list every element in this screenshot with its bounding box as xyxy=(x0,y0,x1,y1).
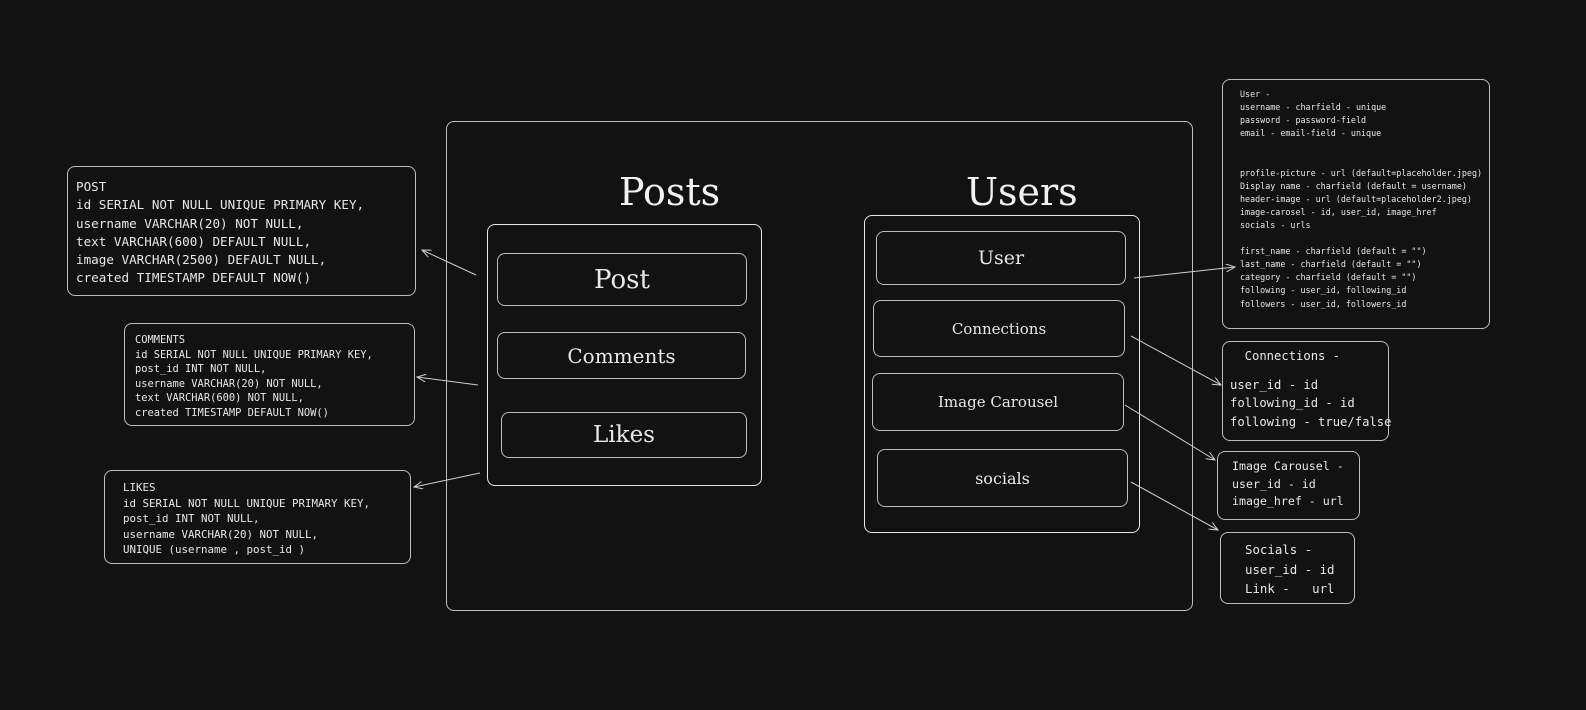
arrow-post-to-schema xyxy=(422,250,477,276)
arrow-socials-to-schema xyxy=(1130,481,1218,530)
arrow-connections-to-schema xyxy=(1130,335,1221,385)
arrow-carousel-to-schema xyxy=(1124,404,1215,460)
arrow-comments-to-schema xyxy=(417,377,479,386)
arrow-likes-to-schema xyxy=(414,472,481,487)
arrow-user-to-schema xyxy=(1133,267,1235,279)
connector-arrows xyxy=(0,0,1586,710)
